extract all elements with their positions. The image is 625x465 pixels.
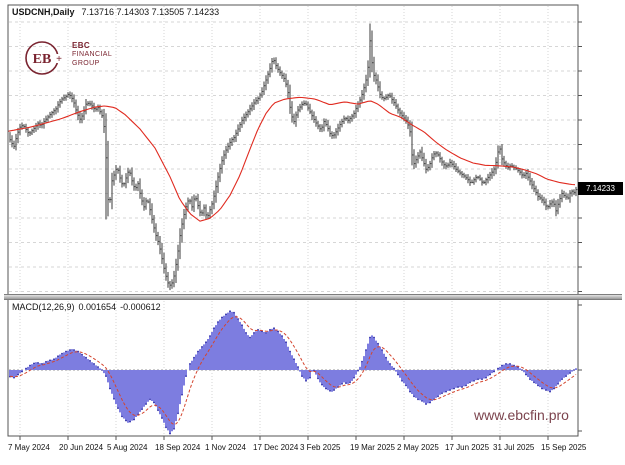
time-axis-label: 31 Jul 2025 [493,443,534,452]
time-axis[interactable]: 7 May 2024 20 Jun 2024 5 Aug 2024 18 Sep 20… [0,437,625,465]
macd-signal-value: -0.000612 [120,302,161,312]
time-axis-label: 18 Sep 2024 [155,443,200,452]
time-axis-label: 7 May 2024 [8,443,50,452]
ebc-logo-icon: EB + [20,36,72,82]
time-axis-label: 19 Mar 2025 [350,443,395,452]
macd-name: MACD(12,26,9) [12,302,75,312]
time-axis-label: 1 Nov 2024 [205,443,246,452]
ebc-logo-text: EBC FINANCIAL GROUP [72,41,112,68]
svg-text:+: + [56,54,62,65]
logo-line3: GROUP [72,59,112,68]
logo-line1: EBC [72,41,112,50]
time-axis-label: 5 Aug 2024 [107,443,147,452]
current-price-tag: 7.14233 [578,182,623,195]
panel-splitter[interactable] [4,294,622,300]
symbol-period-label: USDCNH,Daily [12,7,75,17]
price-axis[interactable]: 7.430557.388057.345557.303057.260557.218… [578,0,625,437]
logo-line2: FINANCIAL [72,50,112,59]
ebc-logo: EB + EBC FINANCIAL GROUP [20,36,140,82]
time-axis-label: 3 Feb 2025 [300,443,340,452]
time-axis-label: 20 Jun 2024 [59,443,103,452]
chart-title: USDCNH,Daily 7.13716 7.14303 7.13505 7.14… [12,7,219,17]
time-axis-label: 17 Dec 2024 [253,443,298,452]
ohlc-values: 7.13716 7.14303 7.13505 7.14233 [82,7,220,17]
svg-text:EB: EB [33,52,52,67]
chart-window: { "header": { "symbol": "USDCNH,Daily", … [0,0,625,465]
macd-main-value: 0.001654 [79,302,117,312]
time-axis-label: 2 May 2025 [397,443,439,452]
macd-indicator-label: MACD(12,26,9) 0.001654-0.000612 [12,302,165,312]
time-axis-label: 15 Sep 2025 [541,443,586,452]
time-axis-label: 17 Jun 2025 [445,443,489,452]
broker-watermark: www.ebcfin.pro [474,407,569,423]
